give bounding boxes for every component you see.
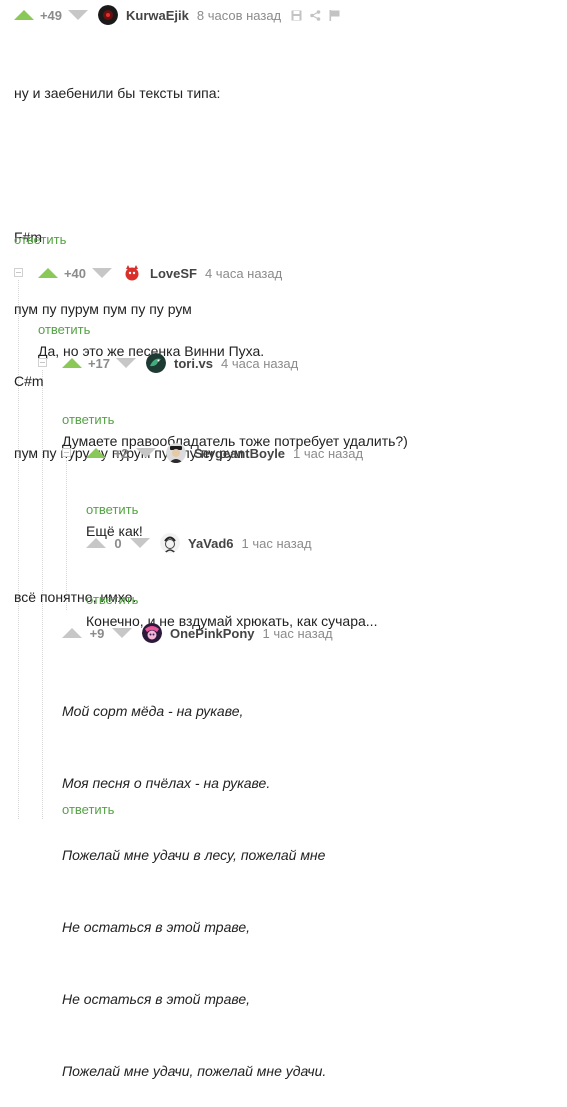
comment-header: +9 OnePinkPony 1 час назад [62, 621, 333, 645]
comment-tools [291, 9, 340, 21]
comment-time[interactable]: 4 часа назад [221, 356, 298, 371]
avatar[interactable] [146, 353, 166, 373]
comment-author[interactable]: SergeantBoyle [194, 446, 285, 461]
comment-header: +17 tori.vs 4 часа назад [62, 351, 298, 375]
collapse-toggle[interactable] [62, 448, 71, 457]
comment-line: Моя песня о пчёлах - на рукаве. [62, 775, 271, 791]
red-cat-avatar-icon [122, 263, 142, 283]
comment-text: Мой сорт мёда - на рукаве, Моя песня о п… [62, 651, 326, 1107]
comment-author[interactable]: OnePinkPony [170, 626, 255, 641]
reply-link[interactable]: ответить [62, 412, 114, 427]
comment-line [14, 153, 243, 177]
comment-rating: +2 [113, 445, 129, 461]
comment-line: Мой сорт мёда - на рукаве, [62, 703, 244, 719]
vote-up-icon[interactable] [14, 10, 34, 20]
vote-down-icon[interactable] [130, 538, 150, 548]
comment-author[interactable]: YaVad6 [188, 536, 234, 551]
comment-line: Пожелай мне удачи в лесу, пожелай мне [62, 847, 326, 863]
avatar[interactable] [122, 263, 142, 283]
comment-line: Не остаться в этой траве, [62, 991, 251, 1007]
avatar[interactable] [166, 443, 186, 463]
avatar[interactable] [160, 533, 180, 553]
vote-down-icon[interactable] [112, 628, 132, 638]
reply-link[interactable]: ответить [38, 322, 90, 337]
reply-link[interactable]: ответить [86, 502, 138, 517]
avatar[interactable] [98, 5, 118, 25]
comment-rating: +49 [39, 7, 63, 23]
officer-avatar-icon [166, 443, 186, 463]
vote-up-icon[interactable] [86, 538, 106, 548]
vote-up-icon[interactable] [86, 448, 106, 458]
sketch-face-avatar-icon [160, 533, 180, 553]
comment-header: +40 LoveSF 4 часа назад [38, 261, 282, 285]
comment-time[interactable]: 8 часов назад [197, 8, 281, 23]
comment-line: Пожелай мне удачи, пожелай мне удачи. [62, 1063, 327, 1079]
comment-time[interactable]: 4 часа назад [205, 266, 282, 281]
vote-down-icon[interactable] [68, 10, 88, 20]
comment-time[interactable]: 1 час назад [242, 536, 312, 551]
save-icon[interactable] [291, 10, 302, 21]
reply-link[interactable]: ответить [14, 232, 66, 247]
comment-author[interactable]: tori.vs [174, 356, 213, 371]
comment-header: +49 KurwaEjik 8 часов назад [14, 3, 340, 27]
dark-eye-avatar-icon [98, 5, 118, 25]
comment-author[interactable]: KurwaEjik [126, 8, 189, 23]
reply-link[interactable]: ответить [62, 802, 114, 817]
comment-header: 0 YaVad6 1 час назад [86, 531, 312, 555]
flag-icon[interactable] [329, 9, 340, 21]
comment-rating: +17 [87, 355, 111, 371]
comment-line: Не остаться в этой траве, [62, 919, 251, 935]
vote-up-icon[interactable] [62, 358, 82, 368]
collapse-toggle[interactable] [38, 358, 47, 367]
comment-time[interactable]: 1 час назад [263, 626, 333, 641]
comment-line: ну и заебенили бы тексты типа: [14, 85, 221, 101]
comment-rating: +9 [89, 625, 105, 641]
comment-rating: 0 [114, 535, 122, 551]
pink-pony-avatar-icon [142, 623, 162, 643]
avatar[interactable] [142, 623, 162, 643]
comment-rating: +40 [63, 265, 87, 281]
green-bird-avatar-icon [146, 353, 166, 373]
comment-header: +2 SergeantBoyle 1 час назад [86, 441, 363, 465]
reply-link[interactable]: ответить [86, 592, 138, 607]
vote-down-icon[interactable] [136, 448, 156, 458]
share-icon[interactable] [310, 9, 321, 21]
vote-up-icon[interactable] [38, 268, 58, 278]
vote-down-icon[interactable] [116, 358, 136, 368]
vote-down-icon[interactable] [92, 268, 112, 278]
comment-time[interactable]: 1 час назад [293, 446, 363, 461]
vote-up-icon[interactable] [62, 628, 82, 638]
comment-author[interactable]: LoveSF [150, 266, 197, 281]
collapse-toggle[interactable] [14, 268, 23, 277]
